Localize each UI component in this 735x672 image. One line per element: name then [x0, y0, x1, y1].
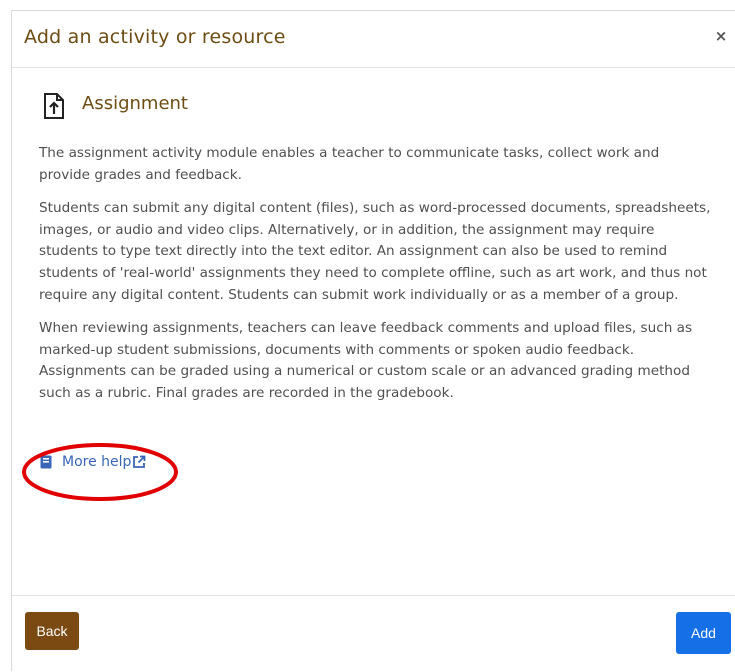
more-help-link[interactable]: More help [40, 454, 146, 470]
more-help-label: More help [62, 454, 132, 470]
activity-chooser-modal: Add an activity or resource × Assignment… [11, 10, 735, 671]
module-name: Assignment [82, 93, 188, 114]
modal-title: Add an activity or resource [24, 26, 286, 48]
add-button[interactable]: Add [676, 612, 731, 654]
description-paragraph: Students can submit any digital content … [39, 200, 711, 303]
close-button[interactable]: × [712, 27, 730, 45]
modal-header: Add an activity or resource × [12, 11, 735, 68]
annotation-highlight-ellipse [22, 443, 178, 501]
module-description: The assignment activity module enables a… [39, 143, 711, 417]
book-icon [40, 455, 52, 469]
assignment-upload-icon [44, 93, 64, 119]
description-paragraph: The assignment activity module enables a… [39, 145, 660, 183]
back-button[interactable]: Back [25, 612, 79, 650]
description-paragraph: When reviewing assignments, teachers can… [39, 320, 693, 401]
modal-footer: Back Add [12, 595, 735, 672]
external-link-icon [133, 455, 146, 468]
